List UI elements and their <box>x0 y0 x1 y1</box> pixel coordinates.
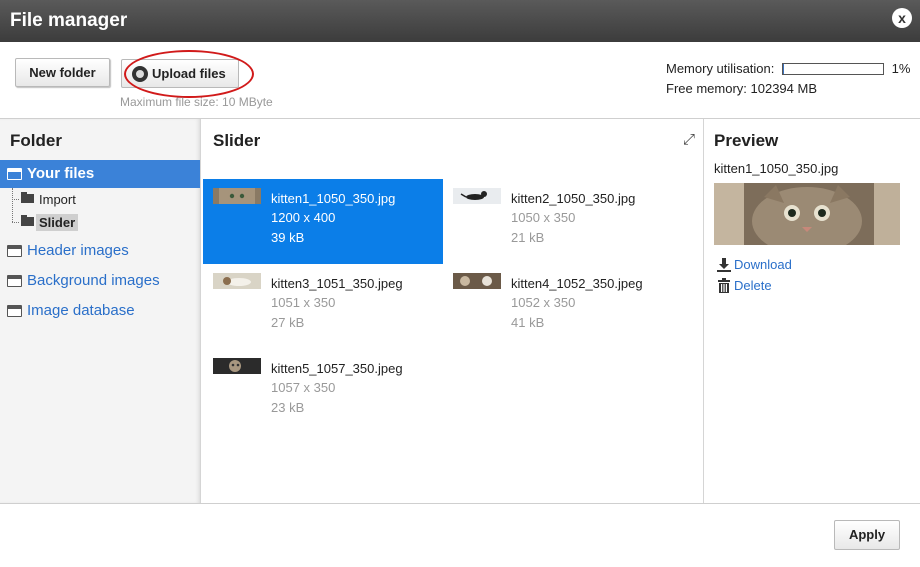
file-thumbnail <box>213 188 261 204</box>
memory-info: Memory utilisation: 1% Free memory: 1023… <box>666 61 910 101</box>
max-file-size-note: Maximum file size: 10 MByte <box>120 95 273 109</box>
preview-pane: Preview kitten1_1050_350.jpg Download De… <box>703 119 920 503</box>
memory-bar-fill <box>783 63 784 74</box>
folder-your-files[interactable]: Your files <box>0 160 200 188</box>
file-thumbnail <box>453 273 501 289</box>
expand-icon[interactable]: ⤢ <box>683 131 695 148</box>
download-link[interactable]: Download <box>716 257 792 276</box>
file-dimensions: 1051 x 350 <box>271 295 336 310</box>
file-size: 41 kB <box>511 315 545 330</box>
file-name: kitten4_1052_350.jpeg <box>511 276 643 291</box>
upload-files-button[interactable]: Upload files <box>121 59 239 88</box>
folder-label: Header images <box>27 242 129 259</box>
file-name: kitten2_1050_350.jpg <box>511 191 636 206</box>
memory-bar <box>782 62 884 75</box>
preview-image <box>714 183 900 245</box>
close-icon: x <box>898 10 906 26</box>
folder-heading: Folder <box>10 131 62 150</box>
file-item[interactable]: kitten1_1050_350.jpg 1200 x 400 39 kB <box>203 179 443 264</box>
free-memory: Free memory: 102394 MB <box>666 81 818 96</box>
folder-label: Image database <box>27 302 135 319</box>
footer: Apply <box>0 503 920 567</box>
file-list-pane: Slider ⤢ kitten1_1050_350.jpg 1200 x 400… <box>201 119 703 503</box>
folder-icon <box>7 168 22 180</box>
file-size: 39 kB <box>271 230 305 245</box>
window-title: File manager <box>10 10 128 31</box>
folder-background-images[interactable]: Background images <box>0 267 200 295</box>
file-dimensions: 1200 x 400 <box>271 210 336 225</box>
folder-label: Your files <box>27 165 95 182</box>
apply-button[interactable]: Apply <box>834 520 900 550</box>
subfolder-import[interactable]: Import <box>0 189 200 211</box>
download-label: Download <box>734 257 792 272</box>
memory-label: Memory utilisation: <box>666 61 775 76</box>
delete-link[interactable]: Delete <box>716 278 772 297</box>
new-folder-button[interactable]: New folder <box>15 58 110 87</box>
file-name: kitten3_1051_350.jpeg <box>271 276 403 291</box>
upload-icon <box>132 66 148 82</box>
file-item[interactable]: kitten5_1057_350.jpeg 1057 x 350 23 kB <box>203 349 443 434</box>
subfolder-slider[interactable]: Slider <box>0 212 200 234</box>
file-dimensions: 1057 x 350 <box>271 380 336 395</box>
file-thumbnail <box>213 273 261 289</box>
folder-icon <box>7 245 22 257</box>
file-item[interactable]: kitten3_1051_350.jpeg 1051 x 350 27 kB <box>203 264 443 349</box>
memory-percent: 1% <box>891 61 911 76</box>
file-dimensions: 1052 x 350 <box>511 295 576 310</box>
toolbar: New folder Upload files Maximum file siz… <box>0 42 920 119</box>
trash-icon <box>718 278 730 293</box>
folder-header-images[interactable]: Header images <box>0 237 200 265</box>
close-button[interactable]: x <box>892 8 912 28</box>
file-thumbnail <box>213 358 261 374</box>
subfolder-label: Slider <box>36 214 79 231</box>
file-size: 23 kB <box>271 400 305 415</box>
file-name: kitten1_1050_350.jpg <box>271 191 396 206</box>
folder-icon <box>21 192 34 203</box>
upload-files-label: Upload files <box>152 66 226 81</box>
preview-filename: kitten1_1050_350.jpg <box>714 161 839 176</box>
file-item[interactable]: kitten4_1052_350.jpeg 1052 x 350 41 kB <box>443 264 683 349</box>
folder-icon <box>7 275 22 287</box>
file-size: 21 kB <box>511 230 545 245</box>
folder-pane: Folder Your files Import Slider Header i… <box>0 119 201 503</box>
folder-icon <box>7 305 22 317</box>
folder-icon <box>21 215 34 226</box>
subfolder-label: Import <box>39 192 76 207</box>
file-size: 27 kB <box>271 315 305 330</box>
delete-label: Delete <box>734 278 772 293</box>
current-folder-heading: Slider <box>213 131 261 150</box>
preview-heading: Preview <box>714 131 779 150</box>
download-icon <box>717 258 731 272</box>
file-thumbnail <box>453 188 501 204</box>
file-dimensions: 1050 x 350 <box>511 210 576 225</box>
folder-label: Background images <box>27 272 160 289</box>
title-bar: File manager x <box>0 0 920 42</box>
file-name: kitten5_1057_350.jpeg <box>271 361 403 376</box>
folder-image-database[interactable]: Image database <box>0 297 200 325</box>
file-item[interactable]: kitten2_1050_350.jpg 1050 x 350 21 kB <box>443 179 683 264</box>
